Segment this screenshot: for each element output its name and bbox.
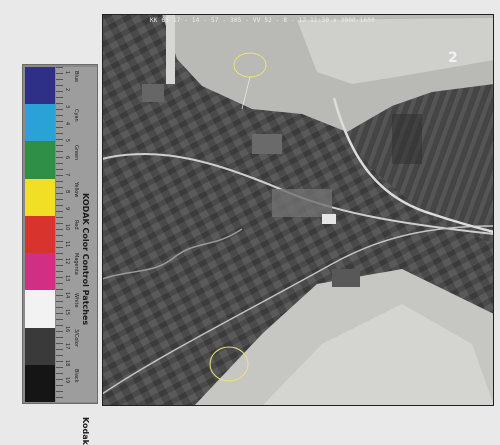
ruler-tick-label: 4 [64, 122, 70, 126]
aerial-photograph: KK 65 17 - 14 - 57 - 305 - VV 52 - 8 - 1… [102, 14, 494, 406]
patch-yellow [25, 178, 55, 216]
ruler-tick-label: 9 [64, 207, 70, 211]
patch-black [25, 364, 55, 402]
ruler-tick-label: 12 [64, 258, 70, 265]
frame-number: 2 [448, 50, 458, 66]
photo-caption: KK 65 17 - 14 - 57 - 305 - VV 52 - 8 - 1… [150, 17, 375, 24]
patch-red [25, 215, 55, 254]
patch-label-red: Red [73, 220, 79, 230]
ruler-tick-label: 1 [64, 71, 70, 75]
ruler-tick-label: 2 [64, 88, 70, 92]
ruler-tick-label: 7 [64, 173, 70, 177]
patch-label-black: Black [73, 369, 79, 383]
ruler-tick-label: 16 [64, 326, 70, 333]
ruler-tick-label: 8 [64, 190, 70, 194]
ruler-tick-label: 5 [64, 139, 70, 143]
patch-label-blue: Blue [73, 71, 79, 83]
ruler-tick-label: 13 [64, 275, 70, 282]
patch-label-white: White [73, 293, 79, 308]
patch-magenta [25, 253, 55, 291]
patch-green [25, 141, 55, 179]
patch-3color [25, 327, 55, 365]
ruler-tick-label: 19 [64, 377, 70, 384]
kodak-color-control-strip: Blue Cyan Green Yellow Red Magenta White… [22, 64, 98, 445]
patch-label-magenta: Magenta [73, 253, 79, 275]
patch-cyan [25, 104, 55, 142]
patch-label-green: Green [73, 145, 79, 161]
ruler-tick-label: 17 [64, 343, 70, 350]
patch-blue [25, 67, 55, 105]
kodak-logo-text: Kodak [81, 417, 90, 445]
patch-label-cyan: Cyan [73, 109, 79, 122]
patch-white [25, 290, 55, 328]
patch-label-3color: 3/Color [73, 329, 79, 347]
ruler-tick-label: 18 [64, 360, 70, 367]
aerial-scene-drawing [102, 14, 494, 406]
kodak-brand-title: KODAK Color Control Patches [81, 193, 90, 326]
ruler-tick-label: 15 [64, 309, 70, 316]
ruler-tick-label: 11 [64, 241, 70, 248]
color-patches [25, 67, 55, 402]
ruler-tick-label: 14 [64, 292, 70, 299]
ruler-tick-label: 3 [64, 105, 70, 109]
patch-label-yellow: Yellow [73, 182, 79, 198]
scan-background: Blue Cyan Green Yellow Red Magenta White… [0, 0, 500, 445]
ruler-tick-label: 10 [64, 224, 70, 231]
ruler-tick-label: 6 [64, 156, 70, 160]
